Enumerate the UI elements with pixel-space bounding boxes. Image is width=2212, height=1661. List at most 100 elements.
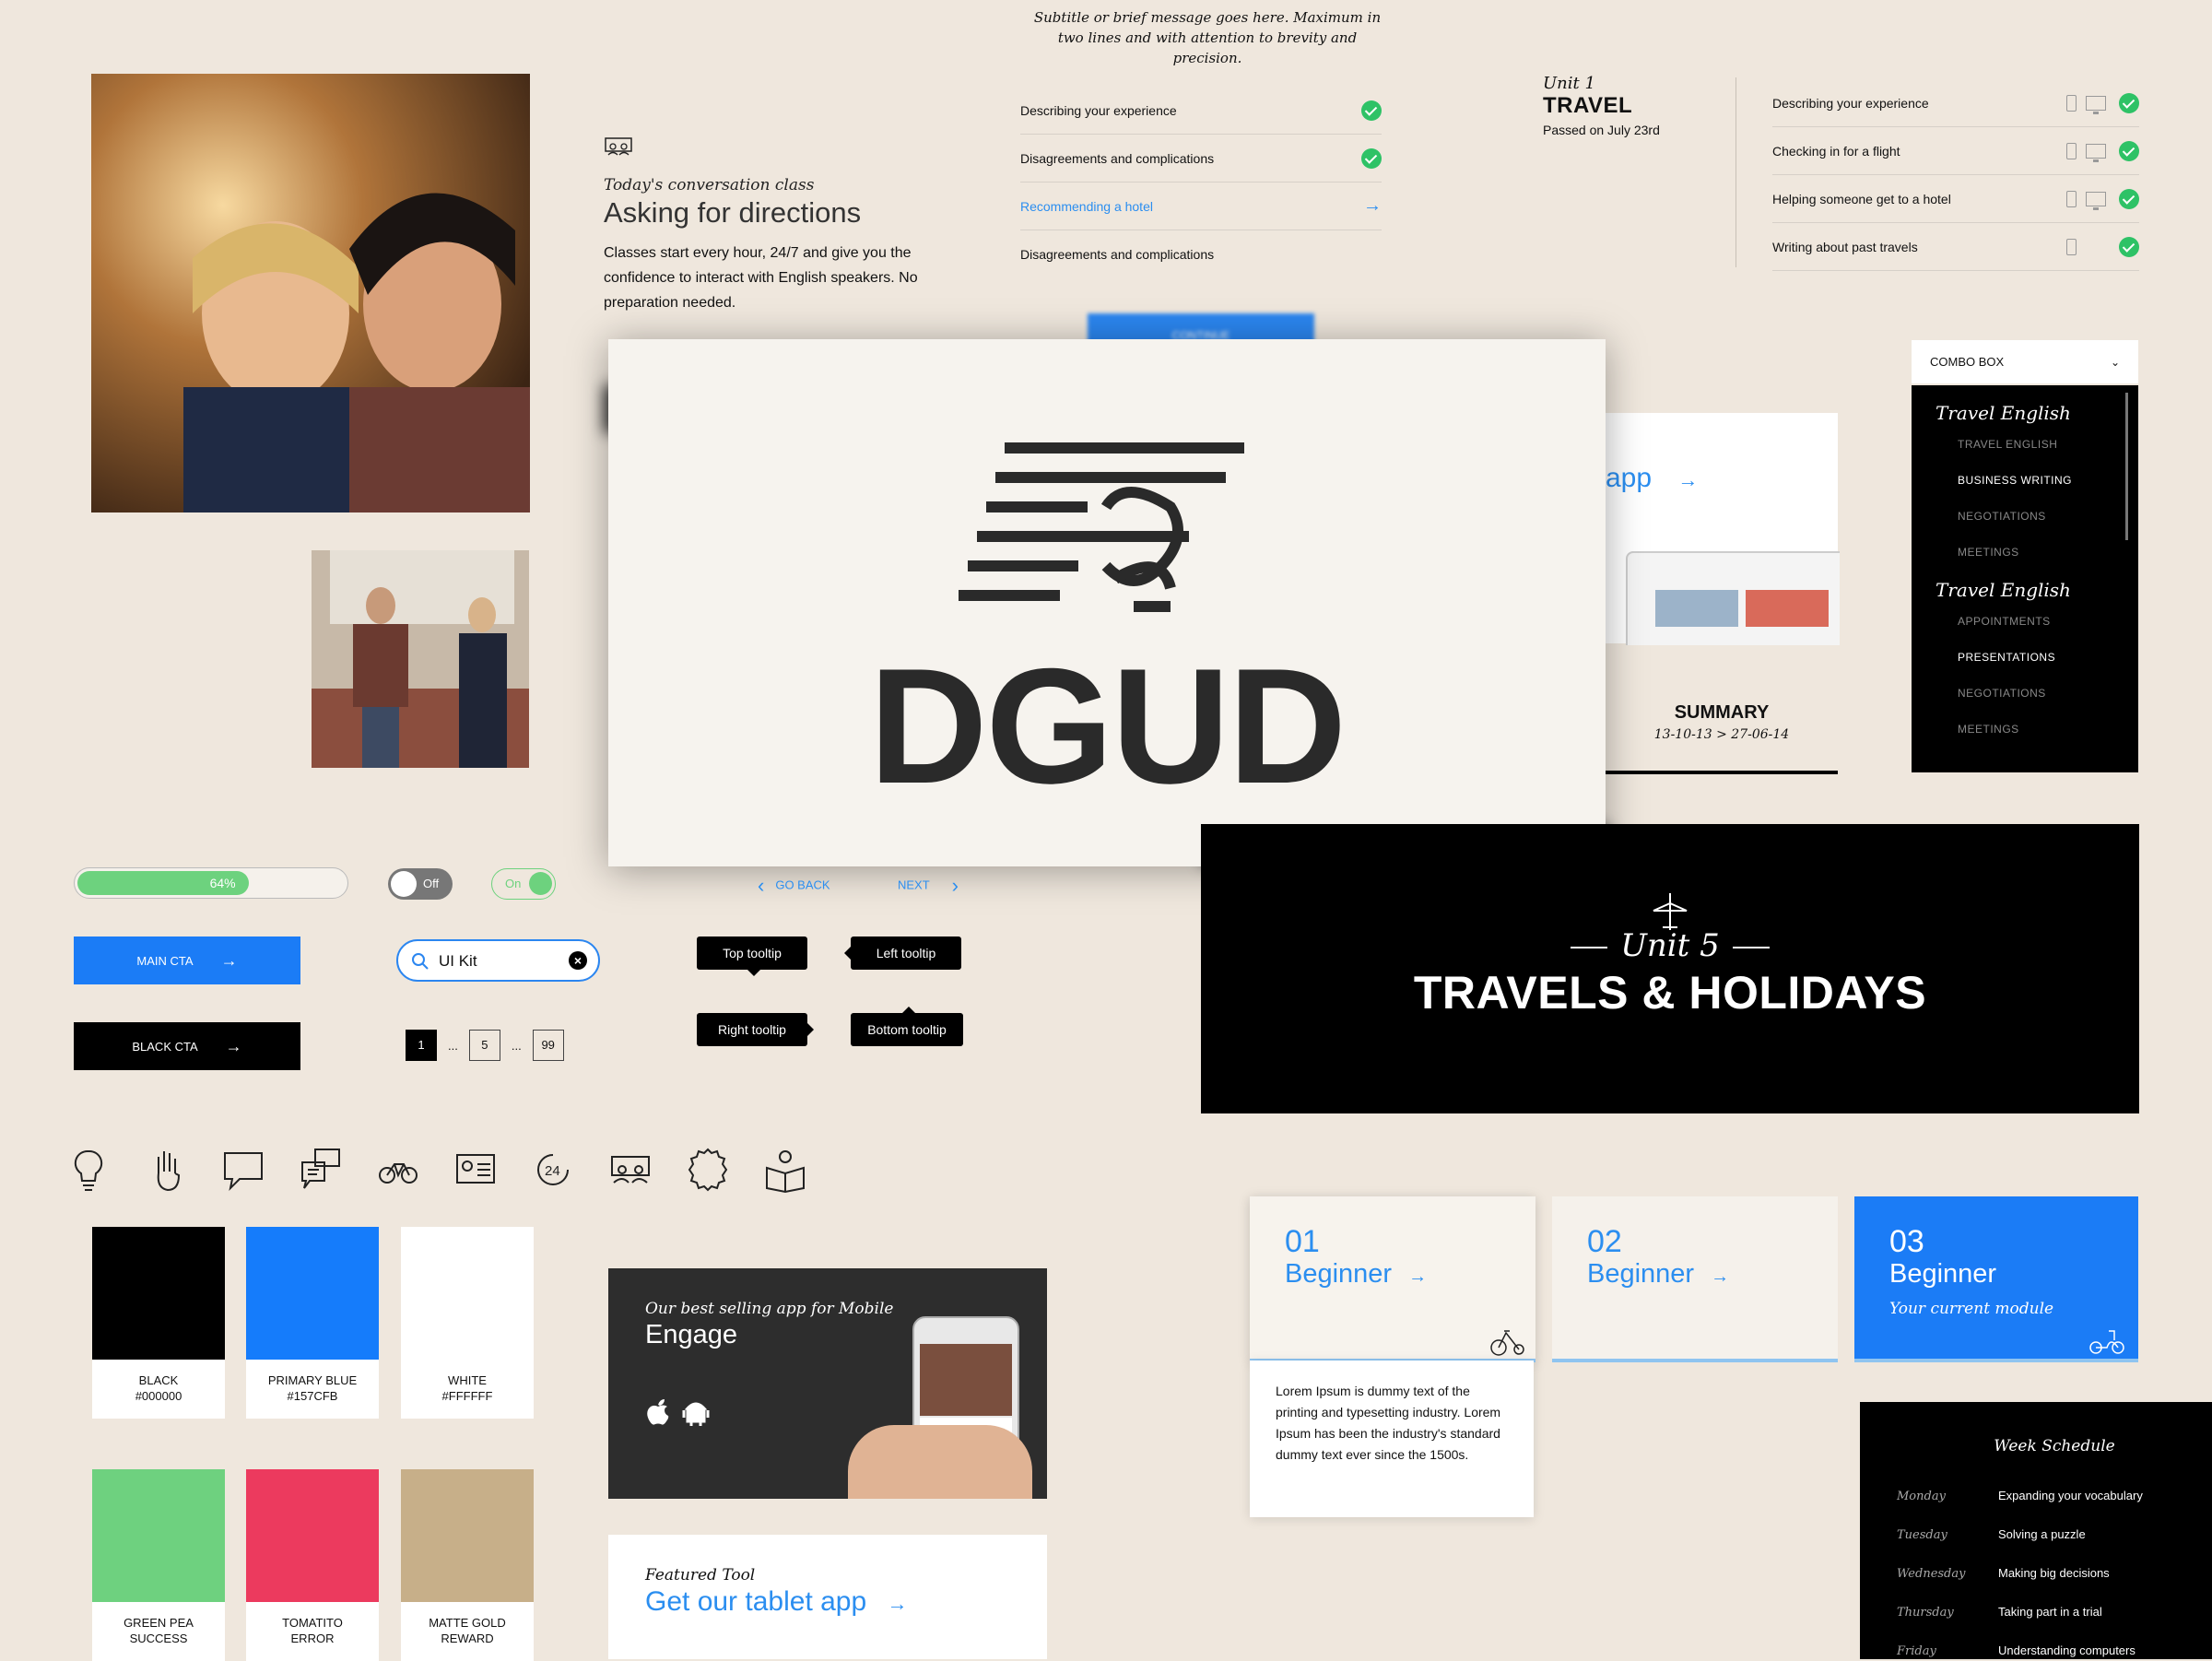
unit-lesson-row[interactable]: Helping someone get to a hotel [1772, 175, 2139, 223]
main-cta-button[interactable]: MAIN CTA → [74, 937, 300, 984]
checkmark-icon [1361, 100, 1382, 121]
lesson-label: Recommending a hotel [1020, 198, 1153, 214]
combo-option[interactable]: MEETINGS [1936, 543, 2138, 579]
unit-lesson-row[interactable]: Checking in for a flight [1772, 127, 2139, 175]
unit-lesson-label: Checking in for a flight [1772, 143, 1900, 159]
arrow-right-icon: → [1408, 1266, 1428, 1287]
combo-option[interactable]: NEGOTIATIONS [1936, 507, 2138, 543]
schedule-day: Wednesday [1897, 1567, 1966, 1581]
combo-option[interactable]: BUSINESS WRITING [1936, 471, 2138, 507]
icon-set: 24 [66, 1146, 807, 1194]
tablet-promo-card[interactable]: app → [1606, 413, 1840, 645]
bicycle-icon [379, 1163, 418, 1184]
swatch-code: ERROR [290, 1632, 335, 1645]
level-card-current[interactable]: 03 Beginner Your current module [1854, 1196, 2138, 1362]
unit-banner[interactable]: Unit 5 TRAVELS & HOLIDAYS [1201, 824, 2139, 1113]
24-hours-icon: 24 [537, 1154, 569, 1185]
summary-title: SUMMARY [1674, 702, 1770, 723]
featured-tool-card[interactable]: Featured Tool Get our tablet app → [608, 1535, 1047, 1659]
unit-lesson-label: Writing about past travels [1772, 239, 1918, 254]
combo-box[interactable]: COMBO BOX ⌄ [1912, 340, 2138, 383]
phone-icon [2066, 190, 2077, 207]
schedule-row[interactable]: Thursday Taking part in a trial [1897, 1605, 2102, 1620]
lesson-label: Describing your experience [1020, 102, 1177, 118]
reading-icon [766, 1150, 805, 1194]
featured-title: Get our tablet app → [645, 1586, 908, 1617]
checkmark-icon [1361, 147, 1382, 169]
conversation-class: Today's conversation class Asking for di… [604, 136, 954, 315]
swatch-code: #157CFB [287, 1389, 338, 1403]
level-current-note: Your current module [1889, 1300, 2054, 1318]
search-input[interactable]: UI Kit [439, 952, 477, 971]
mobile-app-promo[interactable]: Our best selling app for Mobile Engage [608, 1268, 1047, 1499]
checkmark-icon [2119, 188, 2139, 209]
black-cta-button[interactable]: BLACK CTA → [74, 1022, 300, 1070]
combo-option[interactable]: TRAVEL ENGLISH [1936, 435, 2138, 471]
chevron-right-icon: › [951, 874, 959, 897]
page-button[interactable]: 99 [532, 1030, 564, 1061]
next-link[interactable]: NEXT › [898, 874, 959, 898]
summary-tab[interactable]: SUMMARY 13-10-13 > 27-06-14 [1606, 688, 1838, 774]
schedule-row[interactable]: Wednesday Making big decisions [1897, 1566, 2110, 1581]
lesson-row[interactable]: Describing your experience [1020, 87, 1382, 135]
svg-text:24: 24 [545, 1163, 560, 1179]
apple-icon[interactable] [645, 1397, 671, 1427]
unit-lesson-list: Describing your experience Checking in f… [1772, 79, 2139, 271]
lesson-row[interactable]: Disagreements and complications [1020, 135, 1382, 183]
go-back-link[interactable]: ‹ GO BACK [758, 874, 830, 898]
modal-word: DGUD [868, 634, 1347, 818]
week-schedule-title: Week Schedule [1994, 1437, 2115, 1455]
unit-title: TRAVEL [1543, 93, 1633, 118]
engage-title: Engage [645, 1320, 737, 1349]
lesson-row[interactable]: Disagreements and complications [1020, 230, 1382, 277]
toggle-knob [529, 872, 552, 895]
schedule-day: Thursday [1897, 1606, 1954, 1620]
color-swatch: PRIMARY BLUE #157CFB [246, 1227, 379, 1419]
swatch-name: TOMATITO [282, 1616, 343, 1630]
toggle-switch-off[interactable]: Off [388, 868, 453, 900]
scrollbar[interactable] [2125, 393, 2128, 540]
level-card[interactable]: 01 Beginner → [1250, 1196, 1535, 1362]
schedule-row[interactable]: Monday Expanding your vocabulary [1897, 1489, 2143, 1503]
id-card-icon [456, 1154, 495, 1184]
combo-option[interactable]: APPOINTMENTS [1936, 612, 2138, 648]
schedule-row[interactable]: Friday Understanding computers [1897, 1643, 2136, 1658]
color-swatch: WHITE #FFFFFF [401, 1227, 534, 1419]
hand-icon [157, 1151, 181, 1192]
page-ellipsis: ... [448, 1038, 458, 1053]
monitor-icon [2086, 191, 2106, 210]
toggle-switch-on[interactable]: On [491, 868, 556, 900]
combo-group-label: Travel English [1936, 579, 2071, 601]
search-field[interactable]: UI Kit × [396, 939, 600, 982]
schedule-topic: Solving a puzzle [1998, 1527, 2086, 1541]
schedule-topic: Making big decisions [1998, 1566, 2110, 1580]
pagination: 1 ... 5 ... 99 [406, 1030, 564, 1061]
lightbulb-icon [74, 1149, 103, 1191]
swatch-name: WHITE [448, 1373, 487, 1387]
page-button[interactable]: 1 [406, 1030, 437, 1061]
schedule-day: Tuesday [1897, 1528, 1947, 1542]
unit-lesson-row[interactable]: Describing your experience [1772, 79, 2139, 127]
level-card[interactable]: 02 Beginner → [1552, 1196, 1838, 1362]
clear-icon[interactable]: × [569, 951, 587, 970]
lesson-row-current[interactable]: Recommending a hotel → [1020, 183, 1382, 230]
unit-lesson-row[interactable]: Writing about past travels [1772, 223, 2139, 271]
black-cta-label: BLACK CTA [132, 1039, 198, 1054]
combo-option[interactable]: NEGOTIATIONS [1936, 684, 2138, 720]
schedule-day: Friday [1897, 1644, 1936, 1658]
level-name: Beginner → [1285, 1259, 1428, 1289]
laptop-preview [1626, 551, 1840, 645]
search-icon [412, 953, 429, 970]
chat-bubbles-icon [301, 1149, 340, 1189]
android-icon[interactable] [682, 1397, 710, 1427]
combo-option[interactable]: MEETINGS [1936, 720, 2138, 756]
lesson-list: Describing your experience Disagreements… [1020, 87, 1382, 277]
toggle-label: On [505, 877, 522, 890]
week-schedule: Week Schedule Monday Expanding your vocab… [1860, 1402, 2212, 1659]
schedule-row[interactable]: Tuesday Solving a puzzle [1897, 1527, 2086, 1542]
scooter-icon [2089, 1330, 2124, 1354]
tooltip-left: Left tooltip [844, 937, 961, 970]
arrow-right-icon: → [1363, 195, 1382, 216]
combo-option[interactable]: PRESENTATIONS [1936, 648, 2138, 684]
page-button[interactable]: 5 [468, 1030, 500, 1061]
